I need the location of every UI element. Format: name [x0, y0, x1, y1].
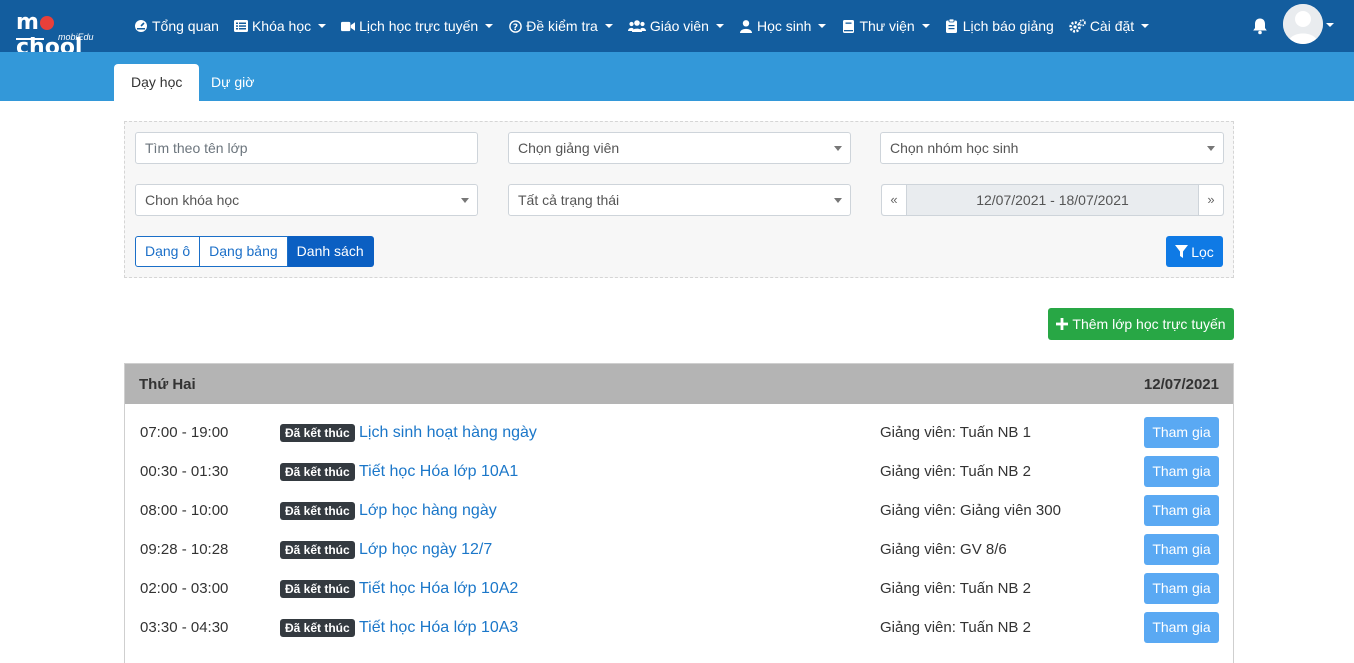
- video-icon: [341, 19, 356, 33]
- status-badge: Đã kết thúc: [280, 502, 355, 520]
- nav-item-tests[interactable]: ? Đề kiểm tra: [508, 18, 613, 34]
- chevron-down-icon: [834, 198, 842, 203]
- status-select[interactable]: Tất cả trạng thái: [508, 184, 851, 216]
- status-badge: Đã kết thúc: [280, 619, 355, 637]
- session-time: 02:00 - 03:00: [140, 580, 229, 597]
- plus-icon: [1056, 318, 1069, 330]
- view-mode-toggle: Dạng ô Dạng bảng Danh sách: [135, 236, 374, 267]
- logo-subtitle: mobiEdu: [58, 32, 94, 42]
- session-time: 07:00 - 19:00: [140, 424, 229, 441]
- join-button[interactable]: Tham gia: [1144, 495, 1219, 526]
- svg-text:?: ?: [513, 23, 518, 33]
- status-badge: Đã kết thúc: [280, 580, 355, 598]
- chevron-down-icon: [1207, 146, 1215, 151]
- student-group-select[interactable]: Chọn nhóm học sinh: [880, 132, 1224, 164]
- list-icon: [233, 19, 248, 33]
- nav-item-courses[interactable]: Khóa học: [233, 18, 327, 34]
- chevron-down-icon: [715, 24, 724, 28]
- book-icon: [841, 19, 855, 33]
- clipboard-icon: [945, 19, 959, 33]
- chevron-down-icon: [318, 24, 327, 28]
- filter-button[interactable]: Lọc: [1166, 236, 1223, 267]
- day-date: 12/07/2021: [1143, 375, 1219, 393]
- session-title-link[interactable]: Tiết học Hóa lớp 10A1: [359, 452, 518, 491]
- main-menu: Tổng quan Khóa học Lịch học trực tuyến ?…: [134, 0, 1164, 52]
- session-row: 09:28 - 10:28 Đã kết thúc Lớp học ngày 1…: [125, 530, 1233, 569]
- chevron-down-icon: [604, 24, 613, 28]
- funnel-icon: [1175, 244, 1189, 259]
- next-week-button[interactable]: »: [1198, 185, 1223, 215]
- notification-bell-icon[interactable]: [1251, 17, 1269, 35]
- session-time: 08:00 - 10:00: [140, 502, 229, 519]
- session-teacher: Giảng viên: Tuấn NB 2: [880, 619, 1031, 636]
- nav-item-online-schedule[interactable]: Lịch học trực tuyến: [341, 18, 494, 34]
- session-time: 09:28 - 10:28: [140, 541, 229, 558]
- course-select[interactable]: Chon khóa học: [135, 184, 478, 216]
- class-search-input[interactable]: Tìm theo tên lớp: [135, 132, 478, 164]
- join-button[interactable]: Tham gia: [1144, 456, 1219, 487]
- nav-item-library[interactable]: Thư viện: [841, 18, 930, 34]
- tab-bar: Dạy học Dự giờ: [0, 52, 1354, 101]
- top-navbar: mchool mobiEdu Tổng quan Khóa học Lịch h…: [0, 0, 1354, 60]
- session-title-link[interactable]: Tiết học Hóa lớp 10A3: [359, 608, 518, 647]
- view-table-button[interactable]: Dạng bảng: [200, 236, 288, 267]
- user-icon: [739, 19, 753, 33]
- day-header: Thứ Hai 12/07/2021: [125, 364, 1233, 404]
- session-title-link[interactable]: Lớp học ngày 12/7: [359, 530, 492, 569]
- chevron-down-icon: [1141, 24, 1150, 28]
- date-range-value[interactable]: 12/07/2021 - 18/07/2021: [907, 185, 1198, 215]
- chevron-down-icon[interactable]: [1326, 23, 1334, 27]
- session-time: 03:30 - 04:30: [140, 619, 229, 636]
- question-icon: ?: [508, 19, 522, 33]
- session-row: 08:00 - 10:00 Đã kết thúc Lớp học hàng n…: [125, 491, 1233, 530]
- chevron-down-icon: [818, 24, 827, 28]
- chevron-down-icon: [461, 198, 469, 203]
- join-button[interactable]: Tham gia: [1144, 573, 1219, 604]
- nav-item-teachers[interactable]: Giáo viên: [627, 18, 724, 34]
- join-button[interactable]: Tham gia: [1144, 534, 1219, 565]
- status-badge: Đã kết thúc: [280, 541, 355, 559]
- filter-panel: Tìm theo tên lớp Chọn giảng viên Chọn nh…: [124, 121, 1234, 278]
- status-badge: Đã kết thúc: [280, 463, 355, 481]
- session-row: 07:00 - 19:00 Đã kết thúc Lịch sinh hoạt…: [125, 413, 1233, 452]
- view-grid-button[interactable]: Dạng ô: [135, 236, 201, 267]
- previous-week-button[interactable]: «: [882, 185, 907, 215]
- chevron-down-icon: [485, 24, 494, 28]
- users-icon: [627, 19, 646, 33]
- add-online-class-button[interactable]: Thêm lớp học trực tuyến: [1048, 308, 1234, 340]
- cogs-icon: [1069, 19, 1086, 33]
- nav-item-lesson-schedule[interactable]: Lịch báo giảng: [945, 18, 1054, 34]
- session-teacher: Giảng viên: GV 8/6: [880, 541, 1007, 558]
- session-time: 00:30 - 01:30: [140, 463, 229, 480]
- date-range-picker: « 12/07/2021 - 18/07/2021 »: [881, 184, 1224, 216]
- session-teacher: Giảng viên: Tuấn NB 1: [880, 424, 1031, 441]
- join-button[interactable]: Tham gia: [1144, 612, 1219, 643]
- tab-teaching[interactable]: Dạy học: [114, 64, 200, 101]
- dashboard-icon: [134, 19, 148, 33]
- join-button[interactable]: Tham gia: [1144, 417, 1219, 448]
- nav-item-settings[interactable]: Cài đặt: [1069, 18, 1150, 34]
- user-avatar[interactable]: [1283, 4, 1323, 44]
- day-schedule-card: Thứ Hai 12/07/2021 07:00 - 19:00 Đã kết …: [124, 363, 1234, 663]
- session-row: 03:30 - 04:30 Đã kết thúc Tiết học Hóa l…: [125, 608, 1233, 647]
- nav-item-students[interactable]: Học sinh: [739, 18, 827, 34]
- session-teacher: Giảng viên: Tuấn NB 2: [880, 580, 1031, 597]
- chevron-down-icon: [834, 146, 842, 151]
- session-row: 02:00 - 03:00 Đã kết thúc Tiết học Hóa l…: [125, 569, 1233, 608]
- brand-logo[interactable]: mchool mobiEdu: [16, 10, 116, 60]
- chevron-down-icon: [921, 24, 930, 28]
- session-row: 00:30 - 01:30 Đã kết thúc Tiết học Hóa l…: [125, 452, 1233, 491]
- tab-observe[interactable]: Dự giờ: [194, 64, 271, 101]
- session-title-link[interactable]: Lịch sinh hoạt hàng ngày: [359, 413, 537, 452]
- session-title-link[interactable]: Lớp học hàng ngày: [359, 491, 497, 530]
- teacher-select[interactable]: Chọn giảng viên: [508, 132, 851, 164]
- nav-item-overview[interactable]: Tổng quan: [134, 18, 219, 34]
- status-badge: Đã kết thúc: [280, 424, 355, 442]
- session-teacher: Giảng viên: Giảng viên 300: [880, 502, 1061, 519]
- session-title-link[interactable]: Tiết học Hóa lớp 10A2: [359, 569, 518, 608]
- day-name: Thứ Hai: [139, 375, 196, 393]
- session-teacher: Giảng viên: Tuấn NB 2: [880, 463, 1031, 480]
- view-list-button[interactable]: Danh sách: [287, 236, 374, 267]
